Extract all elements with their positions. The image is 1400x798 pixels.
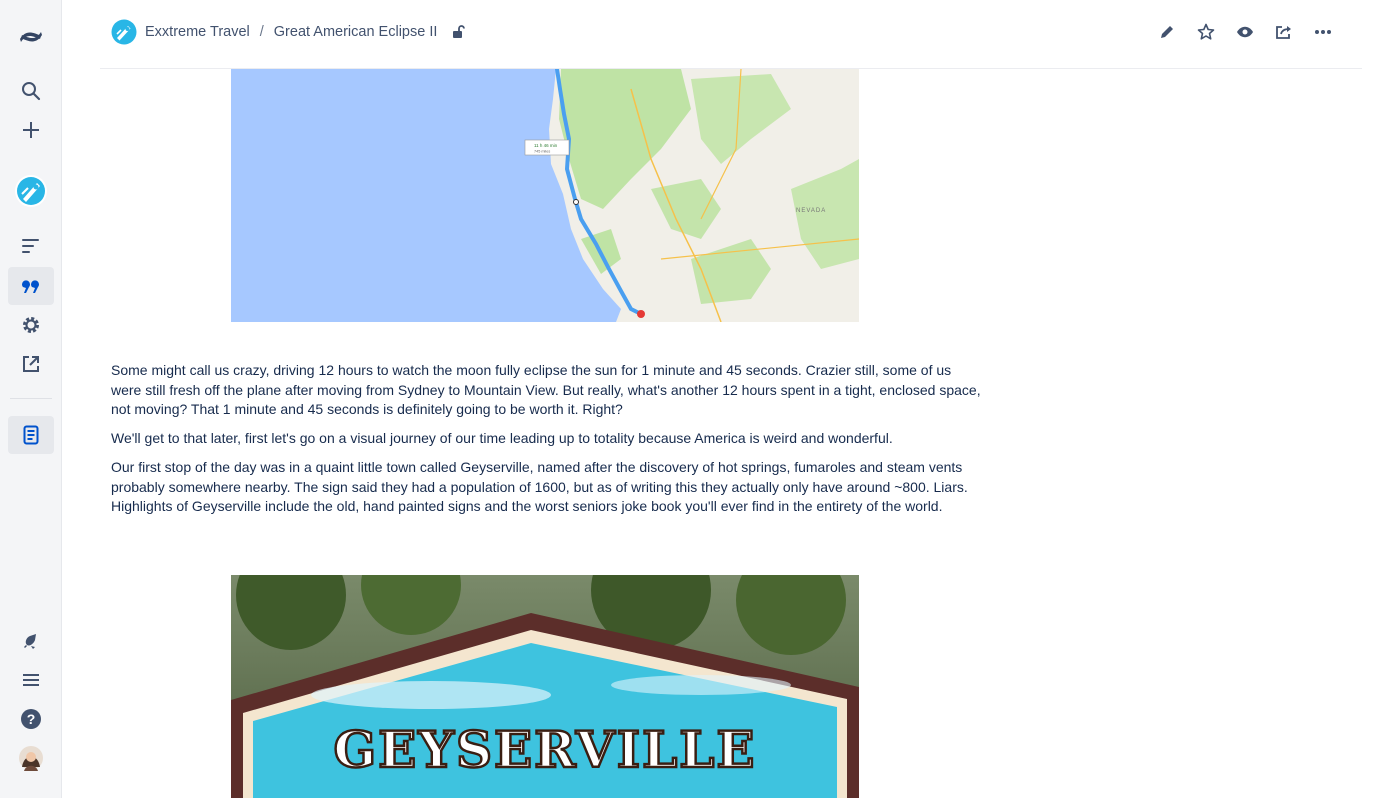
pages-icon[interactable] (8, 227, 54, 265)
help-icon[interactable]: ? (8, 700, 54, 738)
share-page-icon[interactable] (1264, 20, 1303, 44)
star-icon[interactable] (1186, 20, 1225, 44)
page-header: Exxtreme Travel / Great American Eclipse… (100, 0, 1362, 69)
breadcrumb-space-link[interactable]: Exxtreme Travel (145, 24, 250, 40)
sign-text: GEYSERVILLE (333, 720, 756, 779)
page-actions (1147, 20, 1342, 44)
breadcrumb-separator: / (259, 24, 264, 40)
breadcrumb-page-link[interactable]: Great American Eclipse II (274, 24, 438, 40)
share-icon[interactable] (8, 345, 54, 383)
body-paragraph: We'll get to that later, first let's go … (111, 430, 893, 446)
route-map-image[interactable]: 11 h 46 min 745 miles NEVADA (231, 69, 859, 322)
blog-icon[interactable] (8, 267, 54, 305)
confluence-logo-icon[interactable] (8, 18, 54, 56)
geyserville-sign-photo[interactable]: GEYSERVILLE (231, 575, 859, 798)
watch-icon[interactable] (1225, 20, 1264, 44)
unlock-icon[interactable] (451, 25, 466, 39)
menu-icon[interactable] (8, 661, 54, 699)
profile-avatar[interactable] (8, 739, 54, 777)
space-avatar-icon[interactable] (8, 172, 54, 210)
route-distance-label: 745 miles (534, 150, 550, 154)
create-icon[interactable] (8, 111, 54, 149)
search-icon[interactable] (8, 72, 54, 110)
more-icon[interactable] (1303, 20, 1342, 44)
edit-icon[interactable] (1147, 20, 1186, 44)
body-paragraph: Some might call us crazy, driving 12 hou… (111, 362, 981, 417)
map-region-label: NEVADA (796, 208, 826, 214)
notifications-icon[interactable] (8, 622, 54, 660)
breadcrumb: Exxtreme Travel / Great American Eclipse… (111, 19, 466, 45)
page-tree-icon[interactable] (8, 416, 54, 454)
route-duration-label: 11 h 46 min (534, 143, 558, 148)
body-paragraph: Our first stop of the day was in a quain… (111, 459, 968, 514)
svg-text:?: ? (27, 711, 36, 727)
space-settings-icon[interactable] (8, 306, 54, 344)
space-logo-icon[interactable] (111, 19, 137, 45)
nav-divider (10, 398, 52, 399)
global-sidebar: ? (0, 0, 62, 798)
